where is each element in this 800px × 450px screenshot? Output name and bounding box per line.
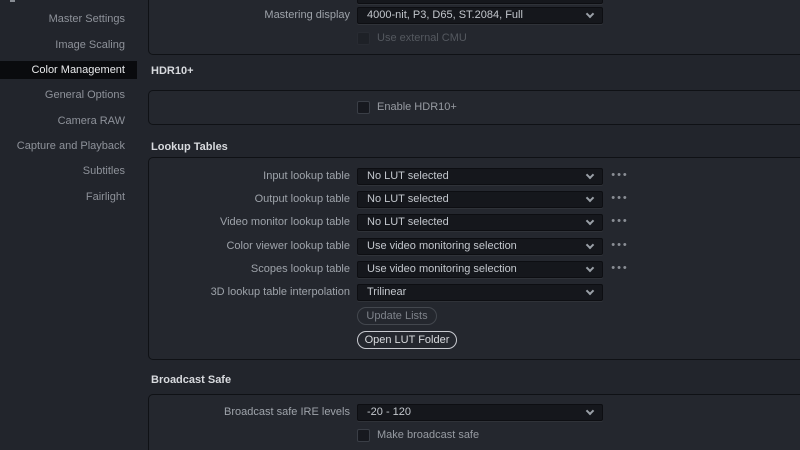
scopes-lut-options-menu-button[interactable]: ••• [608, 261, 632, 278]
enable-hdr10plus-label: Enable HDR10+ [377, 101, 457, 113]
use-external-cmu-checkbox[interactable] [357, 32, 370, 45]
project-settings-page: Master Settings Image Scaling Color Mana… [0, 0, 800, 450]
chevron-down-icon [585, 263, 595, 273]
chevron-down-icon [585, 406, 595, 416]
timeline-colorspace-dropdown-partial[interactable] [357, 0, 603, 4]
lookup-tables-section-header: Lookup Tables [151, 141, 228, 153]
input-lut-value: No LUT selected [367, 170, 449, 182]
color-viewer-lut-dropdown[interactable]: Use video monitoring selection [357, 238, 603, 255]
chevron-down-icon [585, 193, 595, 203]
chevron-down-icon [585, 170, 595, 180]
video-monitor-lut-value: No LUT selected [367, 216, 449, 228]
output-lut-label: Output lookup table [254, 193, 350, 205]
sidebar-item-image-scaling[interactable]: Image Scaling [0, 36, 137, 54]
use-external-cmu-label: Use external CMU [377, 32, 467, 44]
sidebar-item-capture-and-playback[interactable]: Capture and Playback [0, 137, 137, 155]
lookup-tables-panel [148, 157, 800, 360]
sidebar-item-camera-raw[interactable]: Camera RAW [0, 112, 137, 130]
broadcast-ire-value: -20 - 120 [367, 406, 412, 418]
enable-hdr10plus-checkbox[interactable] [357, 101, 370, 114]
mastering-display-dropdown[interactable]: 4000-nit, P3, D65, ST.2084, Full [357, 7, 603, 24]
video-monitor-lut-dropdown[interactable]: No LUT selected [357, 214, 603, 231]
scroll-tick-artifact [10, 0, 15, 2]
lut-interpolation-label: 3D lookup table interpolation [210, 286, 350, 298]
make-broadcast-safe-checkbox[interactable] [357, 429, 370, 442]
hdr10plus-panel [148, 90, 800, 125]
input-lut-label: Input lookup table [263, 170, 350, 182]
color-viewer-lut-options-menu-button[interactable]: ••• [608, 238, 632, 255]
video-monitor-lut-label: Video monitor lookup table [219, 216, 350, 228]
chevron-down-icon [585, 216, 595, 226]
input-lut-options-menu-button[interactable]: ••• [608, 168, 632, 185]
video-monitor-lut-options-menu-button[interactable]: ••• [608, 214, 632, 231]
broadcast-ire-dropdown[interactable]: -20 - 120 [357, 404, 603, 421]
broadcast-safe-section-header: Broadcast Safe [151, 374, 232, 386]
open-lut-folder-button[interactable]: Open LUT Folder [357, 331, 457, 349]
make-broadcast-safe-label: Make broadcast safe [377, 429, 480, 441]
color-viewer-lut-value: Use video monitoring selection [367, 240, 517, 252]
input-lut-dropdown[interactable]: No LUT selected [357, 168, 603, 185]
chevron-down-icon [585, 286, 595, 296]
lut-interpolation-value: Trilinear [367, 286, 407, 298]
output-lut-dropdown[interactable]: No LUT selected [357, 191, 603, 208]
chevron-down-icon [585, 240, 595, 250]
scopes-lut-label: Scopes lookup table [250, 263, 350, 275]
mastering-display-value: 4000-nit, P3, D65, ST.2084, Full [367, 9, 523, 21]
mastering-display-label: Mastering display [264, 9, 350, 21]
sidebar-item-color-management[interactable]: Color Management [0, 61, 137, 79]
color-viewer-lut-label: Color viewer lookup table [226, 240, 350, 252]
broadcast-ire-label: Broadcast safe IRE levels [224, 406, 350, 418]
lut-interpolation-dropdown[interactable]: Trilinear [357, 284, 603, 301]
sidebar-item-general-options[interactable]: General Options [0, 86, 137, 104]
output-lut-options-menu-button[interactable]: ••• [608, 191, 632, 208]
scopes-lut-value: Use video monitoring selection [367, 263, 517, 275]
update-lists-button[interactable]: Update Lists [357, 307, 437, 325]
scopes-lut-dropdown[interactable]: Use video monitoring selection [357, 261, 603, 278]
chevron-down-icon [585, 9, 595, 19]
output-lut-value: No LUT selected [367, 193, 449, 205]
hdr10plus-section-header: HDR10+ [151, 65, 194, 77]
